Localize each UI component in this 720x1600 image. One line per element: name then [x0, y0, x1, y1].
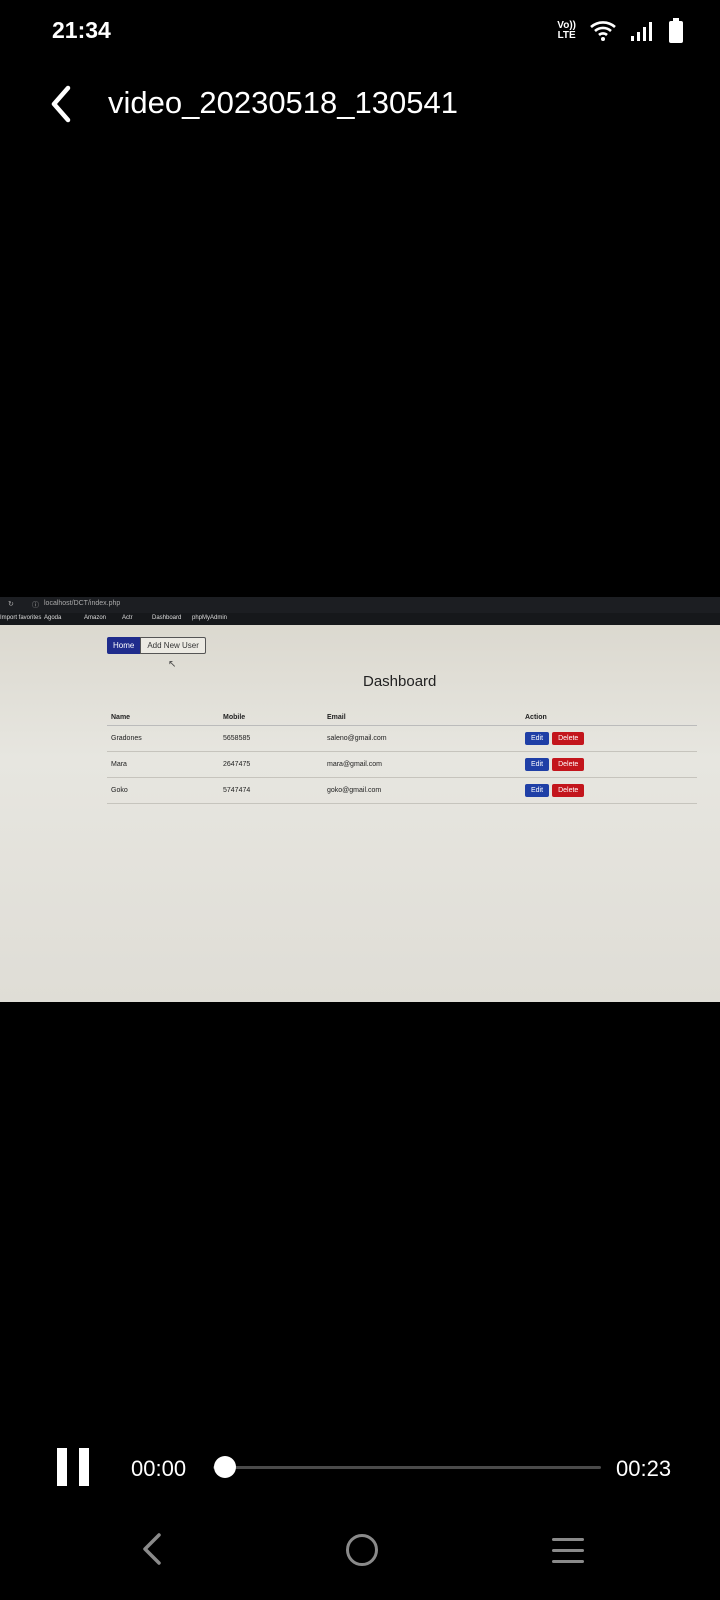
table-row: Goko 5747474 goko@gmail.com Edit Delete [107, 777, 697, 804]
nav-home-icon[interactable] [346, 1534, 378, 1566]
video-title: video_20230518_130541 [108, 85, 458, 120]
status-bar: 21:34 Vo)) LTE [0, 0, 720, 62]
page-title: Dashboard [363, 673, 437, 690]
column-header: Action [521, 710, 697, 726]
system-navigation-bar [0, 1520, 720, 1600]
seek-bar-thumb[interactable] [214, 1456, 236, 1478]
cell-email: goko@gmail.com [323, 777, 521, 804]
bookmark-item: Import favorites [0, 615, 42, 621]
cell-mobile: 5658585 [219, 725, 323, 752]
video-frame-content: ↻ ⓘ localhost/DCT/index.php Import favor… [0, 597, 720, 1002]
duration-time: 00:23 [616, 1456, 672, 1481]
cell-name: Goko [107, 777, 219, 804]
bookmarks-bar: Import favorites Agoda Amazon Actr Dashb… [0, 613, 720, 625]
browser-address-bar: ↻ ⓘ localhost/DCT/index.php [0, 597, 720, 613]
home-button: Home [107, 637, 141, 654]
edit-button: Edit [525, 784, 550, 797]
bookmark-item: Dashboard [152, 615, 182, 621]
delete-button: Delete [552, 758, 585, 771]
nav-recents-icon[interactable] [552, 1538, 584, 1571]
cell-mobile: 2647475 [219, 751, 323, 778]
volte-icon: Vo)) LTE [557, 21, 576, 41]
volte-label-bottom: LTE [557, 30, 576, 41]
current-time: 00:00 [131, 1456, 187, 1481]
delete-button: Delete [552, 732, 585, 745]
add-new-user-button: Add New User [140, 637, 206, 654]
status-icons: Vo)) LTE [557, 18, 684, 44]
mouse-cursor-icon: ↖ [168, 659, 177, 670]
reload-icon: ↻ [8, 601, 14, 608]
delete-button: Delete [552, 784, 585, 797]
browser-url: localhost/DCT/index.php [44, 600, 121, 607]
bookmark-item: Actr [122, 615, 133, 621]
cell-actions: Edit Delete [521, 725, 697, 752]
info-icon: ⓘ [32, 602, 39, 609]
wifi-icon [590, 21, 616, 41]
nav-back-icon[interactable] [140, 1532, 164, 1566]
seek-bar[interactable] [213, 1466, 601, 1469]
column-header: Name [107, 710, 219, 726]
cell-actions: Edit Delete [521, 777, 697, 804]
table-row: Mara 2647475 mara@gmail.com Edit Delete [107, 751, 697, 778]
chevron-left-icon[interactable] [44, 82, 84, 126]
cell-mobile: 5747474 [219, 777, 323, 804]
bookmark-item: Agoda [44, 615, 62, 621]
cell-name: Mara [107, 751, 219, 778]
table-row: Gradones 5658585 saleno@gmail.com Edit De… [107, 725, 697, 752]
column-header: Email [323, 710, 521, 726]
battery-icon [669, 18, 683, 43]
title-bar: video_20230518_130541 [0, 70, 720, 140]
pause-icon[interactable] [57, 1448, 89, 1486]
page-nav: Home Add New User [107, 637, 206, 654]
signal-icon [631, 22, 652, 41]
cell-actions: Edit Delete [521, 751, 697, 778]
users-table: Name Mobile Email Action Gradones 565858… [107, 710, 697, 804]
column-header: Mobile [219, 710, 323, 726]
edit-button: Edit [525, 758, 550, 771]
cell-email: mara@gmail.com [323, 751, 521, 778]
video-player[interactable]: ↻ ⓘ localhost/DCT/index.php Import favor… [0, 597, 720, 1002]
player-controls: 00:00 00:23 [0, 1440, 720, 1500]
cell-name: Gradones [107, 725, 219, 752]
cell-email: saleno@gmail.com [323, 725, 521, 752]
web-page: Home Add New User ↖ Dashboard Name Mobil… [0, 625, 720, 1002]
table-header-row: Name Mobile Email Action [107, 710, 697, 726]
edit-button: Edit [525, 732, 550, 745]
bookmark-item: phpMyAdmin [192, 615, 228, 621]
bookmark-item: Amazon [84, 615, 107, 621]
status-time: 21:34 [52, 17, 111, 43]
